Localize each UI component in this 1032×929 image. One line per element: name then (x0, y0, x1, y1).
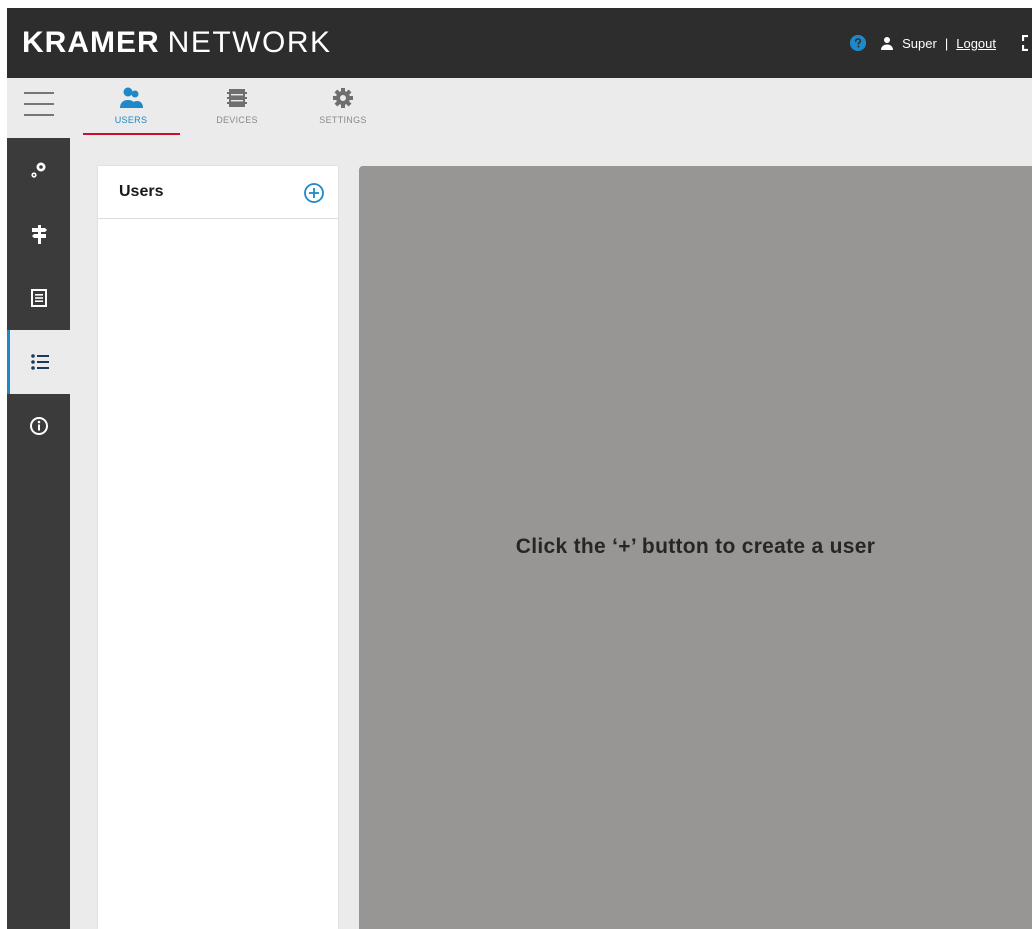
document-icon (30, 289, 47, 307)
header-user-area: Super | Logout (850, 32, 1032, 54)
empty-state-message: Click the ‘+’ button to create a user (515, 535, 876, 558)
users-icon (118, 86, 144, 110)
users-panel: Users (98, 166, 338, 929)
username-label: Super (902, 35, 937, 51)
users-panel-title: Users (119, 183, 164, 200)
tab-devices-label: DEVICES (216, 115, 258, 125)
rail-item-info[interactable] (7, 394, 70, 458)
rail-item-document[interactable] (7, 266, 70, 330)
users-panel-header: Users (98, 166, 338, 219)
brand-light: NETWORK (167, 26, 332, 59)
add-user-button[interactable] (302, 181, 326, 205)
rail-item-gears[interactable] (7, 138, 70, 202)
tab-users[interactable]: USERS (100, 78, 162, 138)
devices-icon (225, 86, 249, 110)
info-icon (29, 417, 48, 435)
user-icon (881, 37, 894, 50)
top-header: KRAMER NETWORK Super | Logout (7, 8, 1032, 78)
main-content-area: Click the ‘+’ button to create a user (359, 166, 1032, 929)
rail-menu-area (7, 78, 70, 138)
active-tab-underline (83, 133, 180, 135)
top-tabs-bar: USERS DEVICES SETTINGS (70, 78, 1032, 138)
brand-logo: KRAMER NETWORK (22, 26, 332, 60)
left-nav-rail (7, 78, 70, 929)
header-separator: | (944, 35, 949, 51)
brand-bold: KRAMER (22, 26, 160, 59)
tab-settings-label: SETTINGS (319, 115, 367, 125)
gears-icon (30, 162, 45, 178)
logout-link[interactable]: Logout (956, 36, 996, 51)
app-window: KRAMER NETWORK Super | Logout USERS DEVI… (7, 8, 1032, 929)
tab-users-label: USERS (114, 115, 148, 125)
rail-item-signpost[interactable] (7, 202, 70, 266)
list-icon (31, 354, 49, 370)
hamburger-menu-icon[interactable] (24, 92, 54, 122)
tab-devices[interactable]: DEVICES (206, 78, 268, 138)
fullscreen-icon[interactable] (1022, 35, 1032, 51)
rail-item-list[interactable] (7, 330, 70, 394)
settings-gear-icon (332, 86, 354, 110)
tab-settings[interactable]: SETTINGS (312, 78, 374, 138)
help-icon[interactable] (850, 35, 867, 51)
signpost-icon (31, 225, 47, 244)
